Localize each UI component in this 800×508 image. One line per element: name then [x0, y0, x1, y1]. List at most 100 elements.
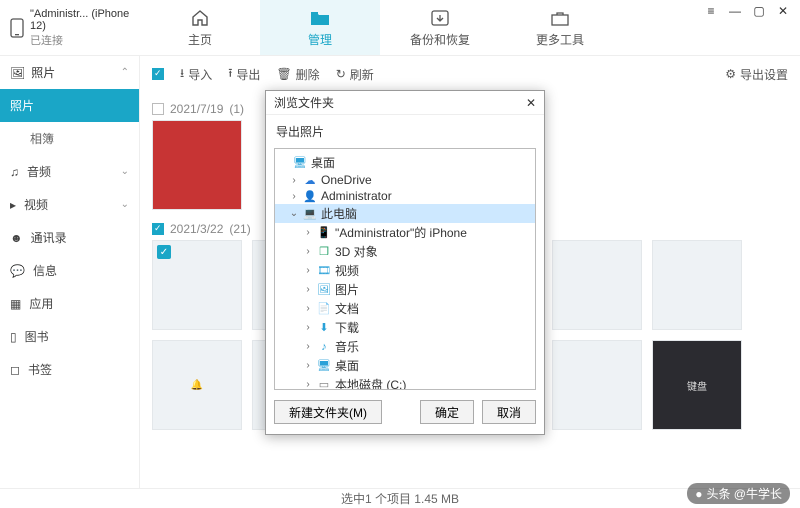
export-settings-button[interactable]: ⚙导出设置	[725, 66, 788, 83]
tree-node[interactable]: ›♪音乐	[275, 337, 535, 356]
sidebar-item-contacts[interactable]: ☻ 通讯录	[0, 221, 139, 254]
tab-label: 备份和恢复	[410, 31, 470, 48]
tree-node[interactable]: ›📄文档	[275, 299, 535, 318]
disk-icon: ▭	[317, 378, 331, 391]
backup-icon	[429, 7, 451, 29]
expand-icon[interactable]: ›	[303, 360, 313, 371]
toolbar: ⭳导入 ⭱导出 🗑删除 ↻刷新 ⚙导出设置	[140, 56, 800, 92]
tree-node[interactable]: ⌄💻此电脑	[275, 204, 535, 223]
maximize-icon[interactable]: ▢	[752, 4, 766, 18]
photo-thumbnail[interactable]	[552, 340, 642, 430]
tab-home[interactable]: 主页	[140, 0, 260, 55]
group-date: 2021/3/22	[170, 222, 223, 236]
watermark: ●头条 @牛学长	[687, 483, 790, 504]
book-icon: ▯	[10, 330, 17, 344]
button-label: 删除	[296, 66, 320, 83]
tree-node[interactable]: ›☁OneDrive	[275, 172, 535, 188]
select-all-checkbox[interactable]	[152, 68, 164, 80]
expand-icon[interactable]: ›	[289, 191, 299, 202]
tree-node[interactable]: 🖥桌面	[275, 153, 535, 172]
sidebar-item-label: 音频	[27, 163, 51, 180]
group-date: 2021/7/19	[170, 102, 223, 116]
tree-node[interactable]: ›🖼图片	[275, 280, 535, 299]
photo-thumbnail[interactable]	[152, 120, 242, 210]
tree-node[interactable]: ›❒3D 对象	[275, 242, 535, 261]
expand-icon[interactable]: ›	[303, 322, 313, 333]
refresh-button[interactable]: ↻刷新	[336, 66, 374, 83]
tree-node-label: OneDrive	[321, 173, 372, 187]
group-checkbox[interactable]	[152, 223, 164, 235]
tree-node[interactable]: ›▭本地磁盘 (C:)	[275, 375, 535, 390]
doc-icon: 📄	[317, 302, 331, 316]
user-icon: ☻	[10, 231, 23, 245]
sidebar-item-label: 相簿	[30, 132, 54, 146]
tree-node[interactable]: › 👤 Administrator	[275, 188, 535, 204]
sidebar-item-audio[interactable]: ♫音频⌄	[0, 155, 139, 188]
expand-icon[interactable]: ›	[303, 303, 313, 314]
play-icon: ▸	[10, 198, 16, 212]
menu-icon[interactable]: ≡	[704, 4, 718, 18]
phone-icon	[10, 18, 24, 38]
chevron-down-icon: ⌄	[121, 199, 129, 210]
new-folder-button[interactable]: 新建文件夹(M)	[274, 400, 382, 424]
expand-icon[interactable]: ›	[303, 284, 313, 295]
apps-icon: ▦	[10, 297, 21, 311]
close-icon[interactable]: ✕	[776, 4, 790, 18]
export-button[interactable]: ⭱导出	[228, 64, 260, 85]
browse-folder-dialog: 浏览文件夹 ✕ 导出照片 🖥桌面›☁OneDrive›👤Administrato…	[265, 90, 545, 435]
sidebar-item-photos[interactable]: 照片	[0, 89, 139, 122]
tree-node[interactable]: ›🖥桌面	[275, 356, 535, 375]
sidebar-header[interactable]: 🖼照片 ⌃	[0, 56, 139, 89]
expand-icon[interactable]: ›	[303, 265, 313, 276]
tab-label: 更多工具	[536, 31, 584, 48]
dialog-close-icon[interactable]: ✕	[526, 96, 536, 110]
folder-tree[interactable]: 🖥桌面›☁OneDrive›👤Administrator⌄💻此电脑›📱"Admi…	[274, 148, 536, 390]
import-icon: ⭳	[180, 64, 184, 85]
desktop-icon: 🖥	[293, 156, 307, 170]
sidebar-item-bookmarks[interactable]: ◻书签	[0, 353, 139, 386]
chevron-up-icon: ⌃	[121, 67, 129, 78]
status-bar: 选中1 个项目 1.45 MB	[0, 488, 800, 508]
tab-label: 管理	[308, 31, 332, 48]
photo-thumbnail[interactable]	[652, 240, 742, 330]
photo-thumbnail[interactable]: 🔔	[152, 340, 242, 430]
delete-button[interactable]: 🗑删除	[276, 66, 319, 83]
dialog-title: 浏览文件夹	[274, 94, 334, 111]
user-icon: 👤	[303, 189, 317, 203]
tab-manage[interactable]: 管理	[260, 0, 380, 55]
sidebar-item-books[interactable]: ▯图书	[0, 320, 139, 353]
expand-icon[interactable]: ›	[303, 246, 313, 257]
phone-icon: 📱	[317, 226, 331, 240]
group-checkbox[interactable]	[152, 103, 164, 115]
photo-thumbnail[interactable]	[552, 240, 642, 330]
expand-icon[interactable]: ›	[289, 175, 299, 186]
expand-icon[interactable]: ›	[303, 341, 313, 352]
expand-icon[interactable]: ›	[303, 379, 313, 390]
photo-thumbnail[interactable]	[152, 240, 242, 330]
video-icon: 🎞	[317, 264, 331, 278]
tab-backup[interactable]: 备份和恢复	[380, 0, 500, 55]
expand-icon[interactable]: ›	[303, 227, 313, 238]
tree-node[interactable]: ›🎞视频	[275, 261, 535, 280]
refresh-icon: ↻	[336, 67, 346, 81]
sidebar-item-apps[interactable]: ▦应用	[0, 287, 139, 320]
sidebar-item-albums[interactable]: 相簿	[0, 122, 139, 155]
tree-node-label: Administrator	[321, 189, 392, 203]
tree-node[interactable]: ›📱"Administrator"的 iPhone	[275, 223, 535, 242]
tree-node-label: 此电脑	[321, 205, 357, 222]
sidebar-item-label: 通讯录	[31, 229, 67, 246]
tab-tools[interactable]: 更多工具	[500, 0, 620, 55]
cancel-button[interactable]: 取消	[482, 400, 536, 424]
sidebar-item-messages[interactable]: 💬信息	[0, 254, 139, 287]
ok-button[interactable]: 确定	[420, 400, 474, 424]
button-label: 导出设置	[740, 66, 788, 83]
toolbox-icon	[549, 7, 571, 29]
tree-node-label: 桌面	[335, 357, 359, 374]
tree-node[interactable]: ›⬇下载	[275, 318, 535, 337]
import-button[interactable]: ⭳导入	[180, 64, 212, 85]
expand-icon[interactable]: ⌄	[289, 208, 299, 219]
photo-thumbnail[interactable]: 键盘	[652, 340, 742, 430]
minimize-icon[interactable]: —	[728, 4, 742, 18]
button-label: 导出	[236, 66, 260, 83]
sidebar-item-video[interactable]: ▸视频⌄	[0, 188, 139, 221]
